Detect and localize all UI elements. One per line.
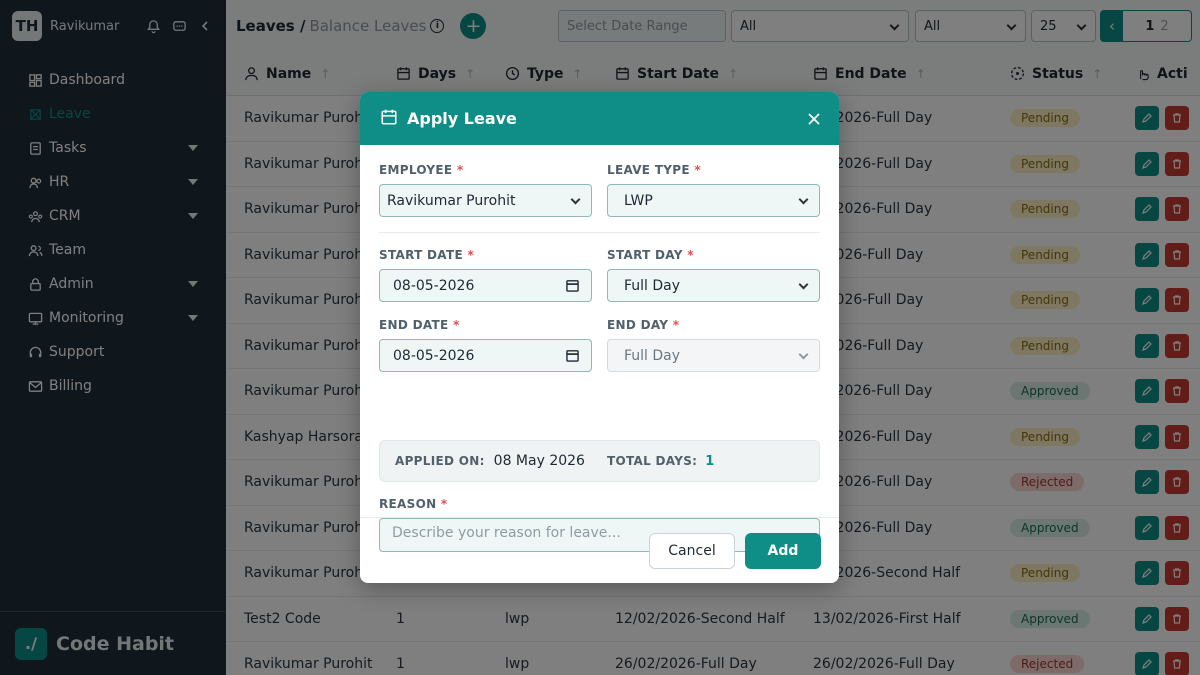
reason-label: REASON * [379, 497, 447, 511]
calendar-icon [380, 108, 398, 130]
chevron-down-icon [798, 194, 809, 205]
start-date-input[interactable]: 08-05-2026 [379, 269, 592, 302]
start-day-value: Full Day [624, 277, 681, 294]
required-mark: * [694, 163, 701, 177]
end-day-label: END DAY * [607, 318, 679, 332]
apply-leave-modal: Apply Leave EMPLOYEE * Ravikumar Purohit… [360, 92, 839, 583]
employee-label-text: EMPLOYEE [379, 163, 453, 177]
required-mark: * [452, 318, 460, 332]
employee-select[interactable]: Ravikumar Purohit [379, 184, 592, 217]
required-mark: * [687, 248, 694, 262]
end-date-value: 08-05-2026 [393, 347, 475, 364]
start-date-label-text: START DATE [379, 248, 463, 262]
end-date-label: END DATE * [379, 318, 460, 332]
start-day-label-text: START DAY [607, 248, 683, 262]
required-mark: * [440, 497, 448, 511]
chevron-down-icon [798, 349, 809, 360]
divider [379, 232, 820, 233]
end-date-input[interactable]: 08-05-2026 [379, 339, 592, 372]
end-date-label-text: END DATE [379, 318, 449, 332]
leave-type-value: LWP [624, 192, 653, 209]
chevron-down-icon [798, 279, 809, 290]
leave-summary: APPLIED ON: 08 May 2026 TOTAL DAYS: 1 [379, 440, 820, 482]
start-date-value: 08-05-2026 [393, 277, 475, 294]
calendar-icon[interactable] [566, 349, 579, 366]
total-days-value: 1 [705, 453, 715, 469]
add-button[interactable]: Add [745, 533, 821, 569]
end-day-select[interactable]: Full Day [607, 339, 820, 372]
modal-header: Apply Leave [360, 92, 839, 145]
close-icon[interactable] [789, 92, 839, 145]
end-day-value: Full Day [624, 347, 681, 364]
start-date-label: START DATE * [379, 248, 474, 262]
employee-value: Ravikumar Purohit [387, 192, 516, 209]
calendar-icon[interactable] [566, 279, 579, 296]
total-days-label: TOTAL DAYS: [606, 454, 698, 468]
modal-footer: Cancel Add [360, 517, 839, 583]
applied-on-label: APPLIED ON: [395, 454, 485, 468]
leave-type-label: LEAVE TYPE * [607, 163, 701, 177]
start-day-label: START DAY * [607, 248, 694, 262]
cancel-button[interactable]: Cancel [649, 533, 735, 569]
leave-type-select[interactable]: LWP [607, 184, 820, 217]
required-mark: * [456, 163, 464, 177]
required-mark: * [467, 248, 475, 262]
modal-title: Apply Leave [407, 109, 517, 128]
reason-label-text: REASON [379, 497, 437, 511]
chevron-down-icon [570, 194, 581, 205]
start-day-select[interactable]: Full Day [607, 269, 820, 302]
leave-type-label-text: LEAVE TYPE [607, 163, 690, 177]
end-day-label-text: END DAY [607, 318, 669, 332]
applied-on-value: 08 May 2026 [493, 453, 585, 469]
employee-label: EMPLOYEE * [379, 163, 463, 177]
required-mark: * [672, 318, 680, 332]
